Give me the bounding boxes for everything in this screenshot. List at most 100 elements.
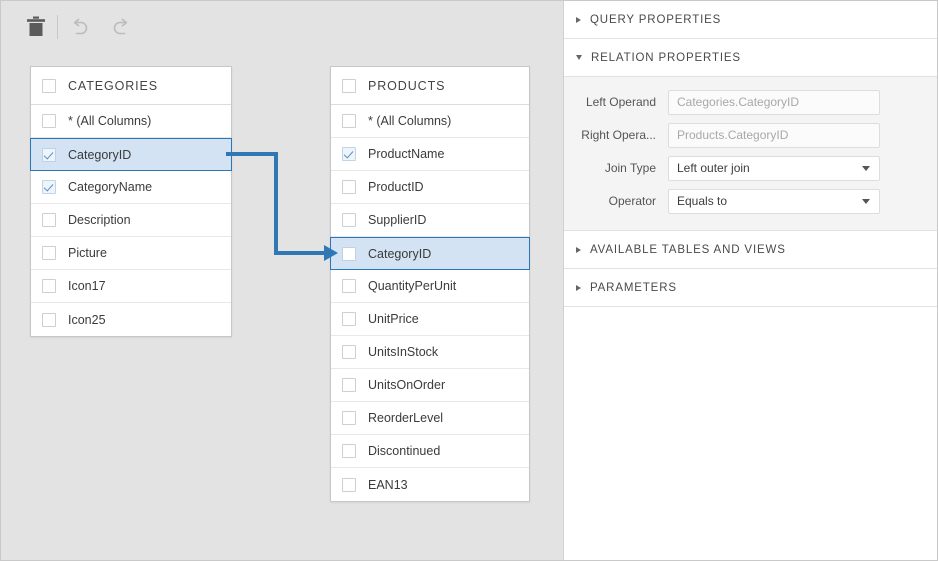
redo-button[interactable]	[104, 10, 138, 44]
column-row[interactable]: * (All Columns)	[31, 105, 231, 138]
chevron-down-icon	[576, 54, 582, 60]
column-checkbox[interactable]	[342, 279, 356, 293]
field-select[interactable]: Equals to	[668, 188, 880, 214]
column-row[interactable]: UnitsInStock	[331, 336, 529, 369]
column-label: UnitsOnOrder	[368, 378, 446, 392]
column-checkbox[interactable]	[42, 312, 56, 327]
column-checkbox[interactable]	[42, 180, 56, 194]
field-value: Products.CategoryID	[677, 128, 789, 142]
column-checkbox[interactable]	[342, 477, 356, 492]
properties-panel: QUERY PROPERTIES RELATION PROPERTIES Lef…	[564, 1, 937, 560]
column-row[interactable]: Discontinued	[331, 435, 529, 468]
column-checkbox[interactable]	[42, 279, 56, 293]
field-row: Join Type Left outer join	[564, 155, 937, 181]
column-row[interactable]: Icon25	[31, 303, 231, 336]
column-row[interactable]: ReorderLevel	[331, 402, 529, 435]
column-checkbox[interactable]	[342, 411, 356, 425]
column-checkbox[interactable]	[342, 213, 356, 227]
column-checkbox[interactable]	[342, 114, 356, 128]
column-row[interactable]: QuantityPerUnit	[331, 270, 529, 303]
column-label: QuantityPerUnit	[368, 279, 457, 293]
field-label: Join Type	[604, 161, 656, 175]
field-select[interactable]: Left outer join	[668, 155, 880, 181]
chevron-down-icon[interactable]	[862, 199, 870, 204]
table-select-all-checkbox[interactable]	[42, 78, 56, 93]
trash-icon	[27, 16, 45, 36]
column-row[interactable]: UnitsOnOrder	[331, 369, 529, 402]
section-title: PARAMETERS	[590, 281, 677, 294]
field-row: Left Operand Categories.CategoryID	[564, 89, 937, 115]
column-row[interactable]: CategoryID	[30, 138, 232, 171]
column-label: Picture	[68, 246, 107, 260]
column-checkbox[interactable]	[42, 114, 56, 128]
field-label: Right Opera...	[581, 128, 656, 142]
column-row[interactable]: CategoryID	[330, 237, 530, 270]
column-checkbox[interactable]	[342, 312, 356, 326]
chevron-right-icon	[576, 246, 581, 253]
column-row[interactable]: UnitPrice	[331, 303, 529, 336]
column-checkbox[interactable]	[42, 147, 56, 162]
toolbar-separator	[57, 15, 58, 39]
column-row[interactable]: ProductName	[331, 138, 529, 171]
section-header-available-tables-and-views[interactable]: AVAILABLE TABLES AND VIEWS	[564, 231, 937, 269]
section-title: AVAILABLE TABLES AND VIEWS	[590, 243, 786, 256]
column-checkbox[interactable]	[342, 147, 356, 161]
column-list-categories: * (All Columns) CategoryID CategoryName Des…	[30, 105, 232, 336]
undo-icon	[73, 18, 88, 35]
column-label: Icon17	[68, 279, 106, 293]
column-row[interactable]: EAN13	[331, 468, 529, 501]
column-label: ProductID	[368, 180, 424, 194]
column-row[interactable]: Picture	[31, 237, 231, 270]
field-label: Left Operand	[585, 95, 656, 109]
column-label: ReorderLevel	[368, 411, 444, 425]
column-row[interactable]: * (All Columns)	[331, 105, 529, 138]
column-checkbox[interactable]	[342, 180, 356, 194]
relation-connector[interactable]	[226, 141, 341, 266]
toolbar	[1, 1, 563, 53]
field-input[interactable]: Products.CategoryID	[668, 122, 880, 148]
field-value: Left outer join	[677, 161, 750, 175]
table-header-products[interactable]: PRODUCTS	[331, 67, 529, 105]
column-checkbox[interactable]	[42, 246, 56, 260]
column-row[interactable]: CategoryName	[31, 171, 231, 204]
column-checkbox[interactable]	[342, 444, 356, 458]
column-label: Description	[68, 213, 131, 227]
table-header-categories[interactable]: CATEGORIES	[31, 67, 231, 105]
relation-properties-form: Left Operand Categories.CategoryID Right O…	[564, 77, 937, 231]
column-row[interactable]: ProductID	[331, 171, 529, 204]
table-name: CATEGORIES	[68, 78, 159, 93]
column-label: * (All Columns)	[368, 114, 452, 128]
column-label: CategoryID	[368, 246, 432, 261]
column-row[interactable]: SupplierID	[331, 204, 529, 237]
table-card-products[interactable]: PRODUCTS * (All Columns) ProductName Produ…	[330, 66, 530, 502]
column-label: EAN13	[368, 477, 408, 492]
table-select-all-checkbox[interactable]	[342, 78, 356, 93]
section-title: RELATION PROPERTIES	[591, 51, 741, 64]
column-label: UnitPrice	[368, 312, 419, 326]
section-header-relation-properties[interactable]: RELATION PROPERTIES	[564, 39, 937, 77]
field-input[interactable]: Categories.CategoryID	[668, 89, 880, 115]
column-label: CategoryID	[68, 147, 132, 162]
column-row[interactable]: Icon17	[31, 270, 231, 303]
delete-button[interactable]	[19, 10, 53, 44]
section-title: QUERY PROPERTIES	[590, 13, 722, 26]
column-label: Icon25	[68, 312, 106, 327]
column-label: CategoryName	[68, 180, 153, 194]
column-checkbox[interactable]	[342, 378, 356, 392]
column-checkbox[interactable]	[342, 246, 356, 261]
column-label: Discontinued	[368, 444, 441, 458]
undo-button[interactable]	[63, 10, 97, 44]
column-label: * (All Columns)	[68, 114, 152, 128]
column-row[interactable]: Description	[31, 204, 231, 237]
table-card-categories[interactable]: CATEGORIES * (All Columns) CategoryID Cate…	[30, 66, 232, 337]
diagram-canvas[interactable]: CATEGORIES * (All Columns) CategoryID Cate…	[1, 1, 563, 560]
column-checkbox[interactable]	[342, 345, 356, 359]
chevron-right-icon	[576, 16, 581, 23]
field-value: Categories.CategoryID	[677, 95, 800, 109]
column-checkbox[interactable]	[42, 213, 56, 227]
table-name: PRODUCTS	[368, 78, 446, 93]
query-designer-window: CATEGORIES * (All Columns) CategoryID Cate…	[0, 0, 938, 561]
section-header-parameters[interactable]: PARAMETERS	[564, 269, 937, 307]
chevron-down-icon[interactable]	[862, 166, 870, 171]
section-header-query-properties[interactable]: QUERY PROPERTIES	[564, 1, 937, 39]
